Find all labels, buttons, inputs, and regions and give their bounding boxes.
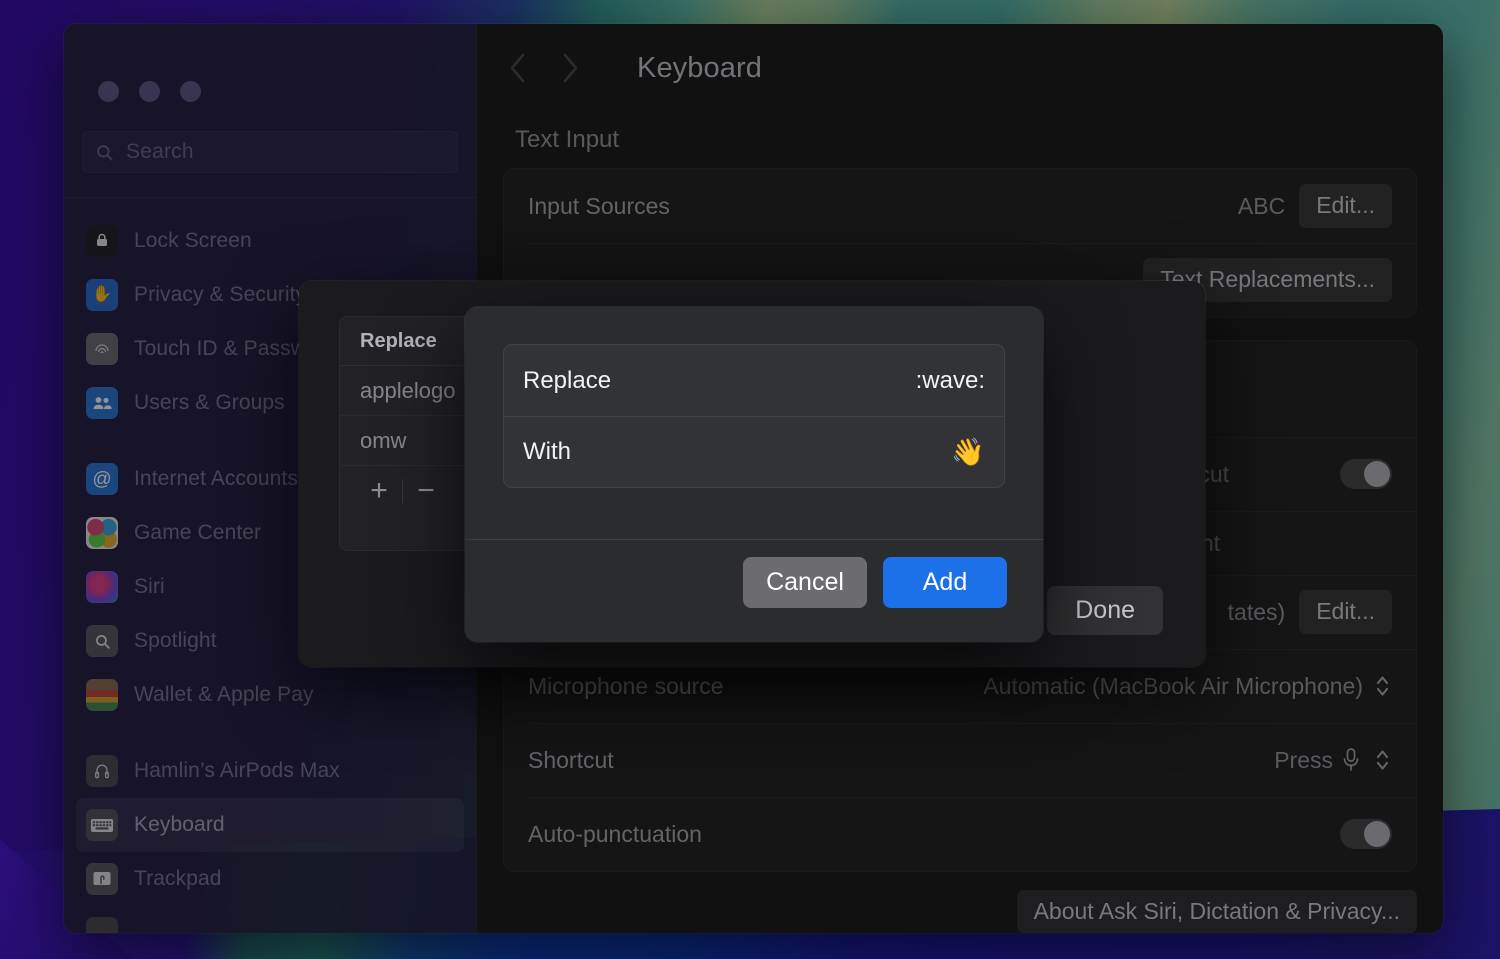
plus-icon[interactable]: + xyxy=(356,471,402,511)
dialog-with-row[interactable]: With 👋 xyxy=(504,416,1004,487)
dialog-replace-row[interactable]: Replace :wave: xyxy=(504,345,1004,416)
dialog-separator xyxy=(465,539,1043,540)
dialog-field-group: Replace :wave: With 👋 xyxy=(503,344,1005,488)
dialog-with-input[interactable]: 👋 xyxy=(951,439,985,466)
dialog-button-bar: Cancel Add xyxy=(743,557,1007,608)
done-button-wrapper: Done xyxy=(1047,586,1163,635)
dialog-replace-label: Replace xyxy=(523,367,611,395)
done-button[interactable]: Done xyxy=(1047,586,1163,635)
dialog-with-label: With xyxy=(523,438,571,466)
minus-icon[interactable]: − xyxy=(403,471,449,511)
add-text-replacement-dialog: Replace :wave: With 👋 Cancel Add xyxy=(465,307,1043,642)
cancel-button[interactable]: Cancel xyxy=(743,557,867,608)
dialog-replace-input[interactable]: :wave: xyxy=(916,367,985,395)
add-button[interactable]: Add xyxy=(883,557,1007,608)
